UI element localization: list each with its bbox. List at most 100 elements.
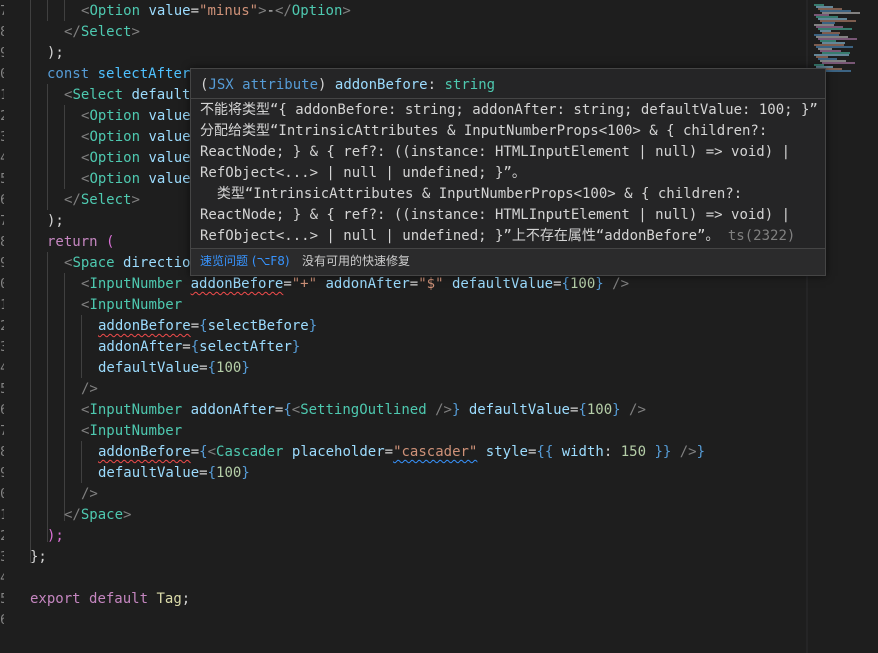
error-token[interactable]: addonBefore — [191, 276, 284, 292]
error-message: 不能将类型“{ addonBefore: string; addonAfter:… — [200, 100, 820, 247]
code-token: /> — [81, 486, 98, 502]
line-number: 1 — [0, 295, 4, 316]
line-number: 5 — [0, 589, 4, 610]
code-token: {{ — [536, 444, 554, 460]
code-line: </Space> — [64, 505, 131, 526]
line-number: 8 — [0, 22, 4, 43]
code-token: { — [561, 276, 570, 292]
code-token: > — [258, 3, 267, 19]
line-number: 0 — [0, 274, 4, 295]
code-token: ); — [47, 528, 64, 544]
code-token: Space — [72, 255, 115, 271]
code-line: ); — [47, 526, 64, 547]
code-token: /> — [612, 276, 630, 292]
line-number: 5 — [0, 169, 4, 190]
code-token: 100 — [216, 465, 242, 481]
code-line: addonAfter={selectAfter} — [98, 337, 300, 358]
line-number: 2 — [0, 106, 4, 127]
hover-sig-token: JSX attribute — [208, 77, 319, 93]
code-token: </ — [64, 192, 81, 208]
code-token: { — [578, 402, 587, 418]
code-token: value — [148, 108, 191, 124]
spelling-token[interactable]: "cascader" — [393, 444, 477, 460]
code-token: { — [190, 339, 200, 355]
hover-signature: (JSX attribute) addonBefore: string — [200, 75, 495, 95]
code-token: }; — [30, 549, 47, 565]
code-token: } — [595, 276, 604, 292]
code-token: ; — [181, 591, 191, 607]
line-number: 2 — [0, 316, 4, 337]
code-token: = — [283, 276, 292, 292]
code-line: <InputNumber addonAfter={<SettingOutline… — [81, 400, 646, 421]
code-token: InputNumber — [89, 297, 183, 313]
code-token: > — [131, 192, 140, 208]
line-number: 9 — [0, 463, 4, 484]
indent-guide — [64, 0, 65, 21]
code-token: Option — [89, 3, 141, 19]
code-token: Select — [72, 87, 124, 103]
line-number: 0 — [0, 484, 4, 505]
code-token: Cascader — [216, 444, 284, 460]
code-line: </Select> — [64, 190, 140, 211]
code-line: export default Tag; — [30, 589, 190, 610]
line-number: 3 — [0, 337, 4, 358]
code-token: - — [266, 3, 275, 19]
minimap-line — [822, 62, 855, 64]
error-token[interactable]: addonBefore — [98, 444, 191, 460]
hover-divider — [191, 98, 825, 99]
code-token: /> — [679, 444, 697, 460]
code-token: Option — [89, 108, 141, 124]
code-token: return — [47, 234, 98, 250]
code-token: = — [553, 276, 562, 292]
code-line: <Option value — [81, 127, 191, 148]
indent-guide — [30, 0, 31, 563]
line-number: 5 — [0, 379, 4, 400]
code-token: Option — [291, 3, 343, 19]
code-line: addonBefore={selectBefore} — [98, 316, 317, 337]
code-token: Select — [80, 24, 132, 40]
code-line: /> — [81, 379, 98, 400]
code-line: <Space directio — [64, 253, 190, 274]
code-token: } — [696, 444, 706, 460]
hover-sig-token: string — [444, 77, 496, 93]
indent-guide — [47, 0, 48, 21]
peek-problem-link[interactable]: 速览问题 (⌥F8) — [200, 249, 290, 274]
code-token: < — [207, 444, 217, 460]
error-code: ts(2322) — [727, 228, 796, 244]
hover-sig-token: addonBefore — [334, 77, 428, 93]
line-number: 8 — [0, 232, 4, 253]
code-token: defaultValue — [468, 402, 570, 418]
line-number: 0 — [0, 64, 4, 85]
code-token: const — [47, 66, 90, 82]
code-token: ( — [106, 234, 115, 250]
code-token: directio — [123, 255, 191, 271]
code-line: return ( — [47, 232, 114, 253]
code-line: <Option value — [81, 106, 191, 127]
code-token: 100 — [216, 360, 242, 376]
code-token: selectAfter — [199, 339, 292, 355]
code-token: Option — [89, 171, 141, 187]
line-number: 6 — [0, 190, 4, 211]
no-quick-fix-label: 没有可用的快速修复 — [302, 254, 411, 268]
code-token: } — [451, 402, 461, 418]
code-token: }} — [654, 444, 672, 460]
code-token: style — [485, 444, 528, 460]
code-token: value — [148, 3, 191, 19]
code-token: 150 — [620, 444, 647, 460]
code-token: defaultValue — [451, 276, 554, 292]
indent-guide — [47, 252, 48, 542]
code-token: = — [199, 360, 208, 376]
code-token: { — [283, 402, 292, 418]
code-line: <Option value — [81, 148, 191, 169]
code-line: ); — [47, 43, 64, 64]
line-number: 7 — [0, 211, 4, 232]
line-number: 9 — [0, 253, 4, 274]
code-token: defaultValue — [98, 465, 200, 481]
code-token: ); — [47, 45, 64, 61]
error-token[interactable]: addonBefore — [98, 318, 191, 334]
code-token: Option — [89, 129, 141, 145]
code-token: /> — [81, 381, 98, 397]
code-token: 100 — [586, 402, 613, 418]
code-line: </Select> — [64, 22, 140, 43]
code-token: Select — [80, 192, 132, 208]
